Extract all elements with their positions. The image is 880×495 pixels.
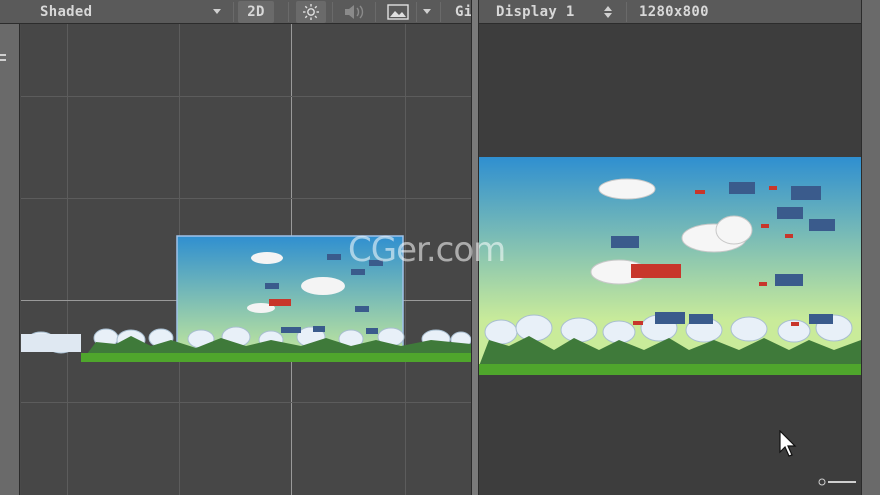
chevron-down-icon[interactable] — [423, 9, 431, 14]
view-toolbar: Shaded 2D Gi Display 1 1280x800 — [0, 0, 880, 24]
publisher-logo-icon — [818, 478, 856, 486]
divider — [233, 2, 234, 22]
game-render — [479, 157, 861, 375]
mouse-cursor-icon — [779, 430, 797, 457]
audio-toggle[interactable] — [339, 1, 369, 23]
shading-mode-dropdown[interactable]: Shaded — [40, 0, 92, 24]
lighting-icon — [303, 4, 319, 20]
effects-icon — [387, 4, 409, 20]
display-dropdown[interactable]: Display 1 — [496, 0, 575, 24]
right-edge-panel — [861, 0, 880, 495]
cloud — [251, 252, 283, 264]
divider — [440, 2, 441, 22]
divider — [416, 2, 417, 22]
player-plane — [269, 299, 291, 306]
divider — [626, 2, 627, 22]
audio-icon — [345, 5, 364, 19]
cloud — [301, 277, 345, 295]
display-label: Display 1 — [496, 4, 575, 20]
shading-mode-label: Shaded — [40, 4, 93, 20]
mode-2d-toggle[interactable]: 2D — [238, 1, 274, 23]
cloud-edge — [21, 334, 81, 352]
resolution-label[interactable]: 1280x800 — [639, 0, 709, 24]
effects-toggle[interactable] — [383, 1, 413, 23]
chevron-down-icon — [213, 9, 221, 14]
hamburger-icon[interactable] — [0, 54, 6, 64]
game-ground — [479, 364, 861, 375]
divider — [332, 2, 333, 22]
left-edge-panel — [0, 24, 20, 495]
watermark-text: CGer.com — [348, 230, 506, 270]
updown-arrows-icon — [604, 6, 612, 18]
divider — [288, 2, 289, 22]
game-view[interactable] — [479, 24, 861, 495]
lighting-toggle[interactable] — [296, 1, 326, 23]
unity-editor-window: Shaded 2D Gi Display 1 1280x800 CGer.com — [0, 0, 880, 495]
game-player-plane — [631, 264, 681, 278]
gizmos-menu[interactable]: Gi — [455, 0, 472, 24]
divider — [375, 2, 376, 22]
ground-strip — [81, 353, 471, 362]
